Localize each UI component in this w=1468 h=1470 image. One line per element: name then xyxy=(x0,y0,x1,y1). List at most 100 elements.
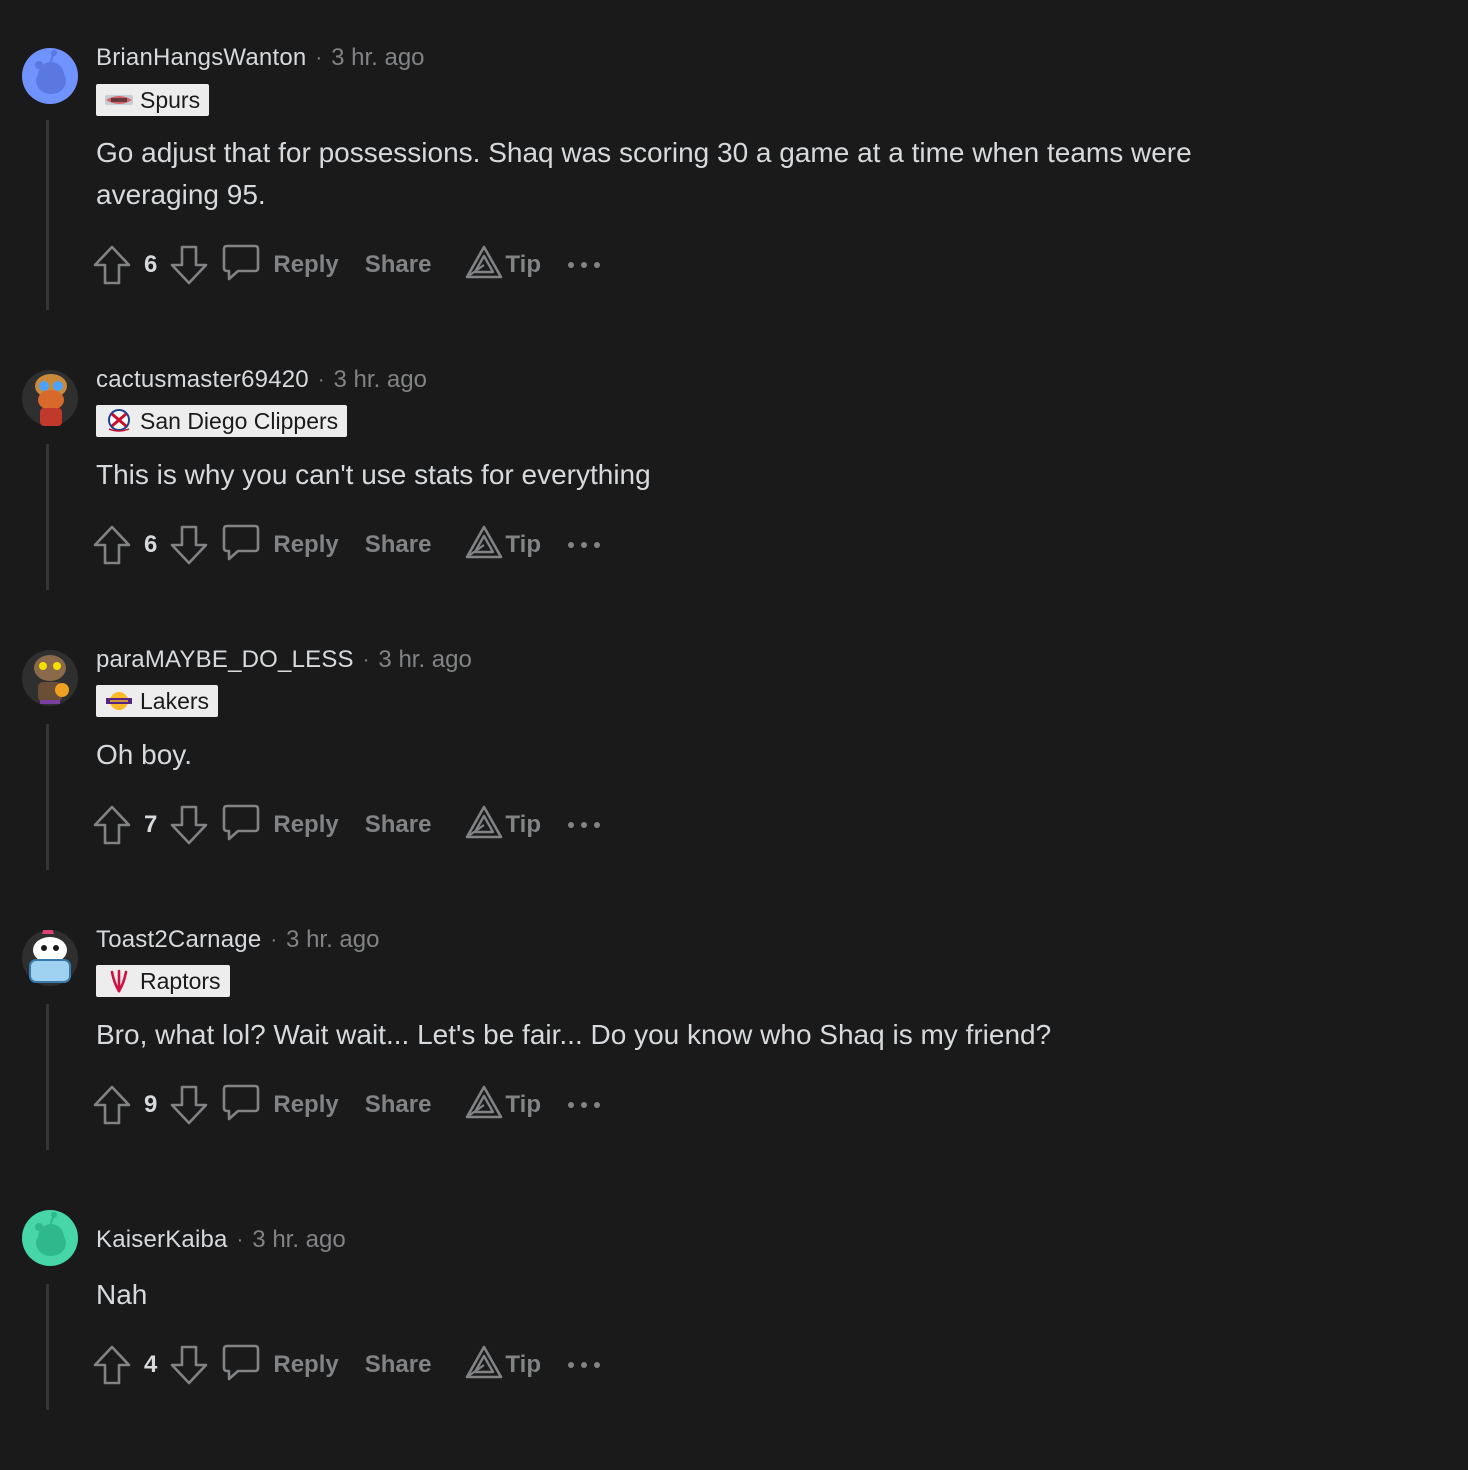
downvote-icon[interactable] xyxy=(169,524,209,566)
tip-icon xyxy=(465,805,503,846)
reply-label: Reply xyxy=(273,1351,339,1378)
timestamp[interactable]: 3 hr. ago xyxy=(252,1226,345,1254)
vote-count: 6 xyxy=(144,531,158,558)
tip-label: Tip xyxy=(505,1091,541,1118)
tip-label: Tip xyxy=(505,531,541,558)
more-options-icon[interactable] xyxy=(567,540,601,550)
comment-bubble-icon xyxy=(221,242,261,289)
more-options-icon[interactable] xyxy=(567,820,601,830)
downvote-icon[interactable] xyxy=(169,804,209,846)
avatar[interactable] xyxy=(22,1210,78,1266)
avatar[interactable] xyxy=(22,370,78,426)
upvote-icon[interactable] xyxy=(92,244,132,286)
username[interactable]: cactusmaster69420 xyxy=(96,366,309,394)
share-button[interactable]: Share xyxy=(365,1351,432,1379)
reply-label: Reply xyxy=(273,531,339,558)
username[interactable]: BrianHangsWanton xyxy=(96,44,306,72)
avatar[interactable] xyxy=(22,930,78,986)
comment-bubble-icon xyxy=(221,522,261,569)
comment-body: Nah xyxy=(96,1279,148,1310)
avatar[interactable] xyxy=(22,650,78,706)
comment-meta: BrianHangsWanton · 3 hr. ago xyxy=(96,44,425,72)
username[interactable]: KaiserKaiba xyxy=(96,1226,228,1254)
upvote-icon[interactable] xyxy=(92,524,132,566)
downvote-icon[interactable] xyxy=(169,1084,209,1126)
timestamp[interactable]: 3 hr. ago xyxy=(331,44,424,72)
avatar[interactable] xyxy=(22,48,78,104)
username[interactable]: Toast2Carnage xyxy=(96,926,261,954)
more-options-icon[interactable] xyxy=(567,260,601,270)
flair-label: Lakers xyxy=(140,687,210,714)
more-options-icon[interactable] xyxy=(567,1360,601,1370)
share-button[interactable]: Share xyxy=(365,531,432,559)
share-button[interactable]: Share xyxy=(365,251,432,279)
san-diego-clippers-logo-icon xyxy=(108,409,130,432)
reply-button[interactable]: Reply xyxy=(221,1082,339,1129)
comment-body: Oh boy. xyxy=(96,739,192,770)
reply-button[interactable]: Reply xyxy=(221,1342,339,1389)
tip-label: Tip xyxy=(505,1351,541,1378)
tip-button[interactable]: Tip xyxy=(465,1345,541,1386)
reply-button[interactable]: Reply xyxy=(221,802,339,849)
comment-actions: 4 Reply Share Tip xyxy=(92,1343,601,1387)
lakers-logo-icon xyxy=(106,692,132,710)
upvote-icon[interactable] xyxy=(92,1344,132,1386)
tip-button[interactable]: Tip xyxy=(465,1085,541,1126)
tip-button[interactable]: Tip xyxy=(465,245,541,286)
tip-label: Tip xyxy=(505,811,541,838)
separator-dot: · xyxy=(315,46,323,69)
comment-actions: 9 Reply Share Tip xyxy=(92,1083,601,1127)
separator-dot: · xyxy=(270,928,278,951)
reply-label: Reply xyxy=(273,251,339,278)
timestamp[interactable]: 3 hr. ago xyxy=(378,646,471,674)
flair-label: San Diego Clippers xyxy=(140,407,339,434)
downvote-icon[interactable] xyxy=(169,244,209,286)
reply-label: Reply xyxy=(273,811,339,838)
separator-dot: · xyxy=(362,648,370,671)
comment-meta: cactusmaster69420 · 3 hr. ago xyxy=(96,366,427,394)
comment-body: Bro, what lol? Wait wait... Let's be fai… xyxy=(96,1019,1052,1050)
comment-body: This is why you can't use stats for ever… xyxy=(96,459,651,490)
user-flair: Spurs xyxy=(96,84,210,116)
share-button[interactable]: Share xyxy=(365,1091,432,1119)
flair-label: Spurs xyxy=(140,86,201,113)
flair-label: Raptors xyxy=(140,967,221,994)
comment-actions: 6 Reply Share Tip xyxy=(92,243,601,287)
tip-button[interactable]: Tip xyxy=(465,525,541,566)
separator-dot: · xyxy=(236,1228,244,1251)
upvote-icon[interactable] xyxy=(92,804,132,846)
thread-line[interactable] xyxy=(46,1284,49,1410)
thread-line[interactable] xyxy=(46,1004,49,1150)
thread-line[interactable] xyxy=(46,120,49,310)
share-button[interactable]: Share xyxy=(365,811,432,839)
tip-icon xyxy=(465,525,503,566)
tip-label: Tip xyxy=(505,251,541,278)
comment-actions: 6 Reply Share Tip xyxy=(92,523,601,567)
user-flair: Lakers xyxy=(96,685,219,717)
comment-bubble-icon xyxy=(221,802,261,849)
timestamp[interactable]: 3 hr. ago xyxy=(334,366,427,394)
raptors-logo-icon xyxy=(110,969,128,993)
thread-line[interactable] xyxy=(46,724,49,870)
downvote-icon[interactable] xyxy=(169,1344,209,1386)
timestamp[interactable]: 3 hr. ago xyxy=(286,926,379,954)
comment-bubble-icon xyxy=(221,1082,261,1129)
comment-meta: paraMAYBE_DO_LESS · 3 hr. ago xyxy=(96,646,472,674)
reply-button[interactable]: Reply xyxy=(221,522,339,569)
reply-button[interactable]: Reply xyxy=(221,242,339,289)
user-flair: San Diego Clippers xyxy=(96,405,348,437)
comment-actions: 7 Reply Share Tip xyxy=(92,803,601,847)
comment-meta: Toast2Carnage · 3 hr. ago xyxy=(96,926,379,954)
thread-line[interactable] xyxy=(46,444,49,590)
upvote-icon[interactable] xyxy=(92,1084,132,1126)
more-options-icon[interactable] xyxy=(567,1100,601,1110)
username[interactable]: paraMAYBE_DO_LESS xyxy=(96,646,354,674)
tip-icon xyxy=(465,1345,503,1386)
spurs-logo-icon xyxy=(105,95,133,105)
tip-icon xyxy=(465,245,503,286)
reply-label: Reply xyxy=(273,1091,339,1118)
comment-meta: KaiserKaiba · 3 hr. ago xyxy=(96,1226,346,1254)
vote-count: 7 xyxy=(144,811,158,838)
vote-count: 4 xyxy=(144,1351,158,1378)
tip-button[interactable]: Tip xyxy=(465,805,541,846)
